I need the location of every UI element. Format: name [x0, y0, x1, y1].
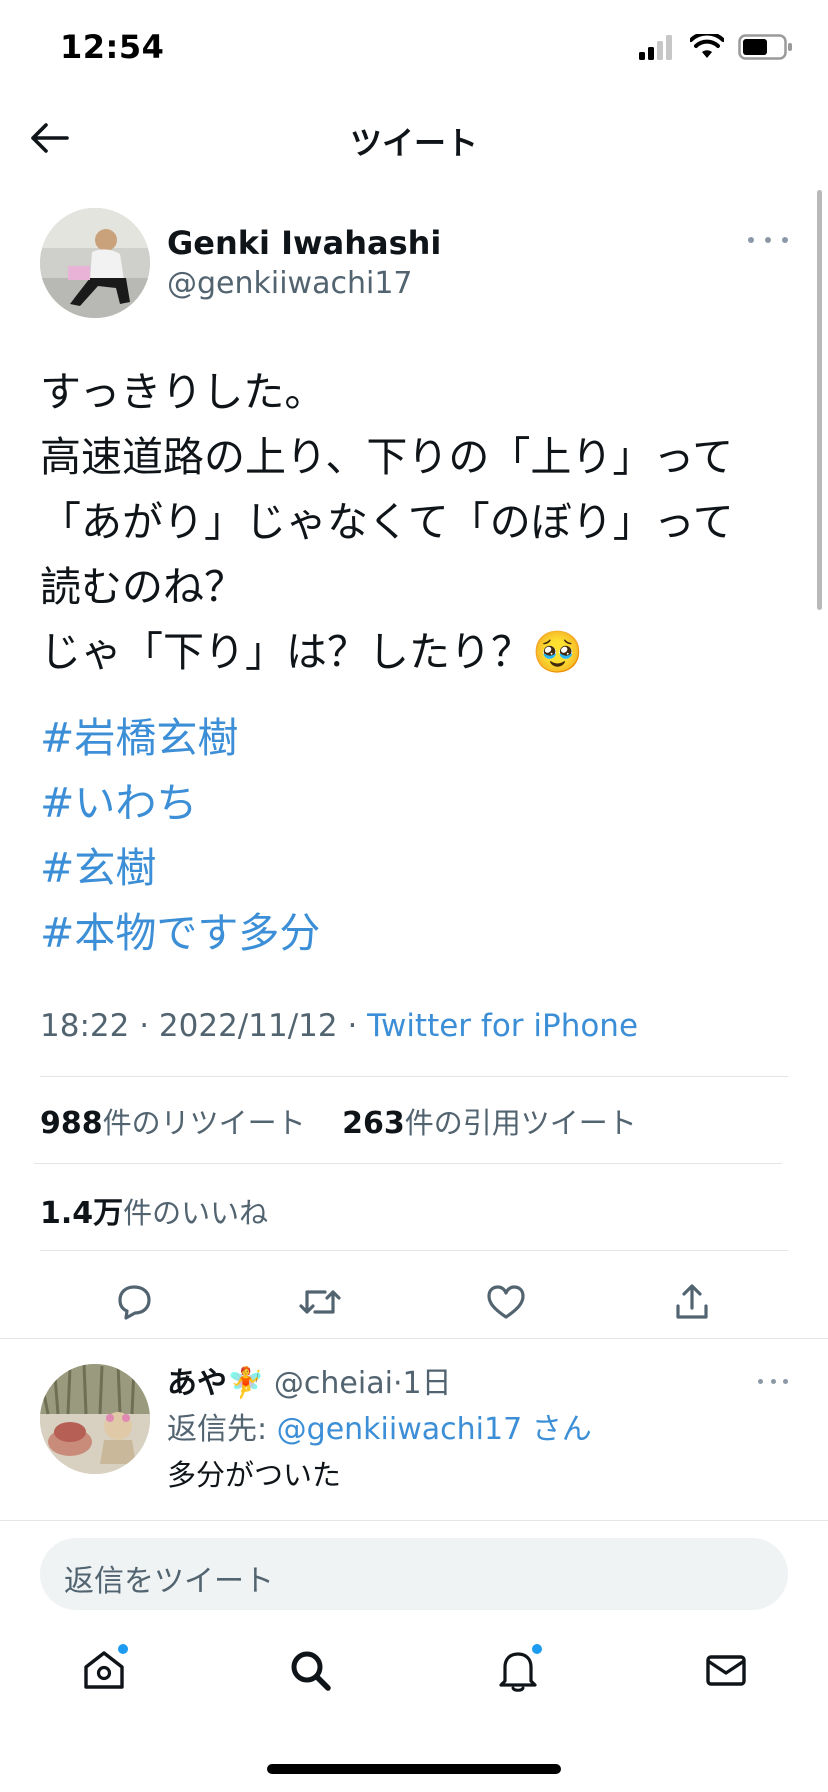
- likes-count: 1.4万: [40, 1196, 124, 1231]
- retweets-link[interactable]: 988件のリツイート: [40, 1106, 306, 1141]
- reply-button[interactable]: [104, 1272, 164, 1332]
- reply-input[interactable]: 返信をツイート: [64, 1556, 274, 1600]
- more-horizontal-icon: [748, 237, 754, 243]
- reply-composer[interactable]: 返信をツイート: [40, 1538, 788, 1610]
- status-bar: 12:54: [0, 0, 828, 100]
- tweet-source-link[interactable]: Twitter for iPhone: [367, 1008, 638, 1044]
- tweet-text: すっきりした。 高速道路の上り、下りの「上り」って 「あがり」じゃなくて「のぼり…: [40, 368, 734, 676]
- home-icon: [84, 1651, 124, 1689]
- notification-dot: [532, 1644, 542, 1654]
- divider: [40, 1076, 788, 1077]
- page-title: ツイート: [349, 124, 478, 162]
- tweet-date: 2022/11/12: [158, 1008, 338, 1044]
- hashtag-link[interactable]: #玄樹: [40, 836, 788, 901]
- reply-time: 1日: [402, 1366, 452, 1401]
- tab-search[interactable]: [280, 1640, 340, 1700]
- avatar-image: [40, 1364, 150, 1474]
- scrollbar[interactable]: [817, 190, 822, 610]
- search-icon: [291, 1651, 331, 1691]
- tweet: Genki Iwahashi @genkiiwachi17 すっきりした。 高速…: [40, 208, 788, 1044]
- author-name[interactable]: Genki Iwahashi: [167, 224, 441, 262]
- reply-author-name[interactable]: あや🧚: [167, 1366, 264, 1401]
- avatar[interactable]: [40, 208, 150, 318]
- retweet-icon: [299, 1290, 341, 1314]
- likes-label: 件のいいね: [123, 1196, 269, 1230]
- retweets-label: 件のリツイート: [102, 1106, 306, 1140]
- more-options-button[interactable]: [748, 230, 788, 250]
- hashtag-link[interactable]: #本物です多分: [40, 901, 788, 966]
- hashtag-link[interactable]: #いわち: [40, 771, 788, 836]
- quotes-count: 263: [342, 1106, 405, 1141]
- like-button[interactable]: [476, 1272, 536, 1332]
- tab-notifications[interactable]: [488, 1640, 548, 1700]
- divider: [0, 1520, 828, 1521]
- reply-more-button[interactable]: [758, 1376, 788, 1386]
- author-row: Genki Iwahashi @genkiiwachi17: [40, 208, 788, 320]
- notification-dot: [118, 1644, 128, 1654]
- hashtag-link[interactable]: #岩橋玄樹: [40, 706, 788, 771]
- divider: [0, 1338, 828, 1339]
- bottom-tab-bar: [0, 1630, 828, 1730]
- reply-tweet[interactable]: あや🧚 @cheiai·1日 返信先: @genkiiwachi17 さん 多分…: [0, 1340, 828, 1520]
- hashtag-list: #岩橋玄樹 #いわち #玄樹 #本物です多分: [40, 706, 788, 966]
- share-button[interactable]: [662, 1272, 722, 1332]
- home-indicator: [267, 1764, 561, 1774]
- reply-text: 多分がついた: [167, 1458, 342, 1492]
- retweets-count: 988: [40, 1106, 103, 1141]
- status-time: 12:54: [60, 28, 165, 66]
- reply-author-handle[interactable]: @cheiai: [274, 1366, 393, 1401]
- reply-to-line: 返信先: @genkiiwachi17 さん: [167, 1404, 592, 1448]
- tweet-actions: [0, 1272, 828, 1342]
- avatar-image: [40, 208, 150, 318]
- battery-icon: [738, 34, 792, 60]
- status-icons: [638, 34, 794, 60]
- retweet-stats: 988件のリツイート 263件の引用ツイート: [40, 1100, 637, 1142]
- likes-stats[interactable]: 1.4万件のいいね: [40, 1188, 268, 1232]
- divider: [34, 1163, 782, 1164]
- mail-icon: [706, 1655, 746, 1686]
- divider: [40, 1250, 788, 1251]
- quotes-link[interactable]: 263件の引用ツイート: [342, 1106, 637, 1141]
- comment-icon: [118, 1285, 151, 1320]
- tab-messages[interactable]: [696, 1640, 756, 1700]
- author-handle[interactable]: @genkiiwachi17: [167, 266, 413, 301]
- reply-to-label: 返信先:: [167, 1412, 268, 1447]
- tab-home[interactable]: [74, 1640, 134, 1700]
- tweet-header: ツイート: [0, 100, 828, 180]
- tweet-time: 18:22: [40, 1008, 130, 1044]
- avatar[interactable]: [40, 1364, 150, 1474]
- bell-icon: [499, 1652, 537, 1692]
- reply-to-suffix: さん: [531, 1412, 592, 1447]
- share-icon: [676, 1284, 708, 1319]
- heart-icon: [487, 1285, 525, 1319]
- reply-to-mention[interactable]: @genkiiwachi17: [277, 1412, 523, 1447]
- quotes-label: 件の引用ツイート: [404, 1106, 637, 1140]
- cellular-signal-icon: [639, 35, 672, 60]
- more-horizontal-icon: [758, 1378, 763, 1384]
- reply-header: あや🧚 @cheiai·1日: [167, 1366, 452, 1401]
- retweet-button[interactable]: [290, 1272, 350, 1332]
- tweet-meta: 18:22 · 2022/11/12 · Twitter for iPhone: [40, 1008, 639, 1044]
- wifi-icon: [690, 34, 724, 58]
